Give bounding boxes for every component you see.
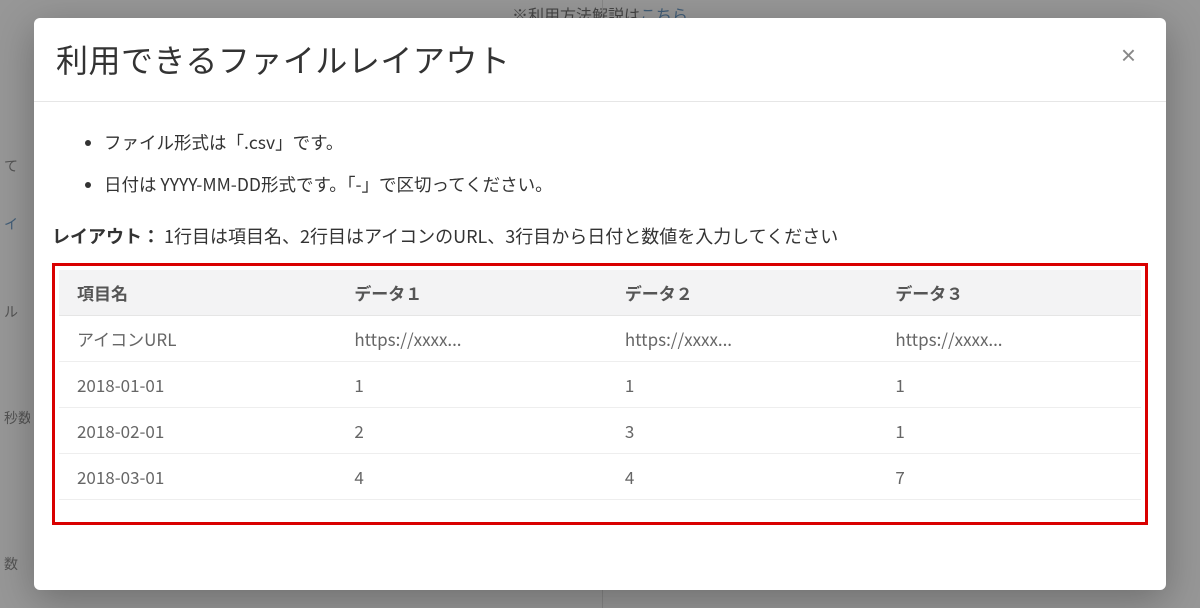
table-row: アイコンURL https://xxxx... https://xxxx... … [59,315,1141,361]
modal-header: 利用できるファイルレイアウト × [34,18,1166,102]
table-header-row: 項目名 データ１ データ２ データ３ [59,270,1141,316]
cell: 1 [881,361,1141,407]
cell: 1 [611,361,882,407]
cell: 4 [340,453,611,499]
table-row: 2018-01-01 1 1 1 [59,361,1141,407]
close-icon: × [1121,40,1136,70]
cell: 2018-03-01 [59,453,340,499]
layout-description: レイアウト： 1行目は項目名、2行目はアイコンのURL、3行目から日付と数値を入… [52,223,1148,249]
modal-title: 利用できるファイルレイアウト [56,38,510,81]
modal-body: ファイル形式は「.csv」です。 日付は YYYY-MM-DD形式です。「-」で… [34,102,1166,539]
cell: 2018-01-01 [59,361,340,407]
info-bullet: ファイル形式は「.csv」です。 [104,130,1148,156]
table-row: 2018-02-01 2 3 1 [59,407,1141,453]
cell: 2 [340,407,611,453]
cell: 2018-02-01 [59,407,340,453]
col-header: データ１ [340,270,611,316]
layout-table: 項目名 データ１ データ２ データ３ アイコンURL https://xxxx.… [59,270,1141,500]
file-layout-modal: 利用できるファイルレイアウト × ファイル形式は「.csv」です。 日付は YY… [34,18,1166,590]
info-list: ファイル形式は「.csv」です。 日付は YYYY-MM-DD形式です。「-」で… [52,130,1148,199]
close-button[interactable]: × [1117,40,1140,70]
layout-label: レイアウト： [52,223,160,249]
col-header: 項目名 [59,270,340,316]
cell: https://xxxx... [611,315,882,361]
layout-desc-text: 1行目は項目名、2行目はアイコンのURL、3行目から日付と数値を入力してください [164,223,838,249]
cell: 7 [881,453,1141,499]
col-header: データ２ [611,270,882,316]
cell: 4 [611,453,882,499]
cell: https://xxxx... [881,315,1141,361]
cell: https://xxxx... [340,315,611,361]
cell: 1 [881,407,1141,453]
col-header: データ３ [881,270,1141,316]
table-row: 2018-03-01 4 4 7 [59,453,1141,499]
cell: アイコンURL [59,315,340,361]
table-highlight-frame: 項目名 データ１ データ２ データ３ アイコンURL https://xxxx.… [52,263,1148,525]
cell: 3 [611,407,882,453]
info-bullet: 日付は YYYY-MM-DD形式です。「-」で区切ってください。 [104,172,1148,198]
cell: 1 [340,361,611,407]
